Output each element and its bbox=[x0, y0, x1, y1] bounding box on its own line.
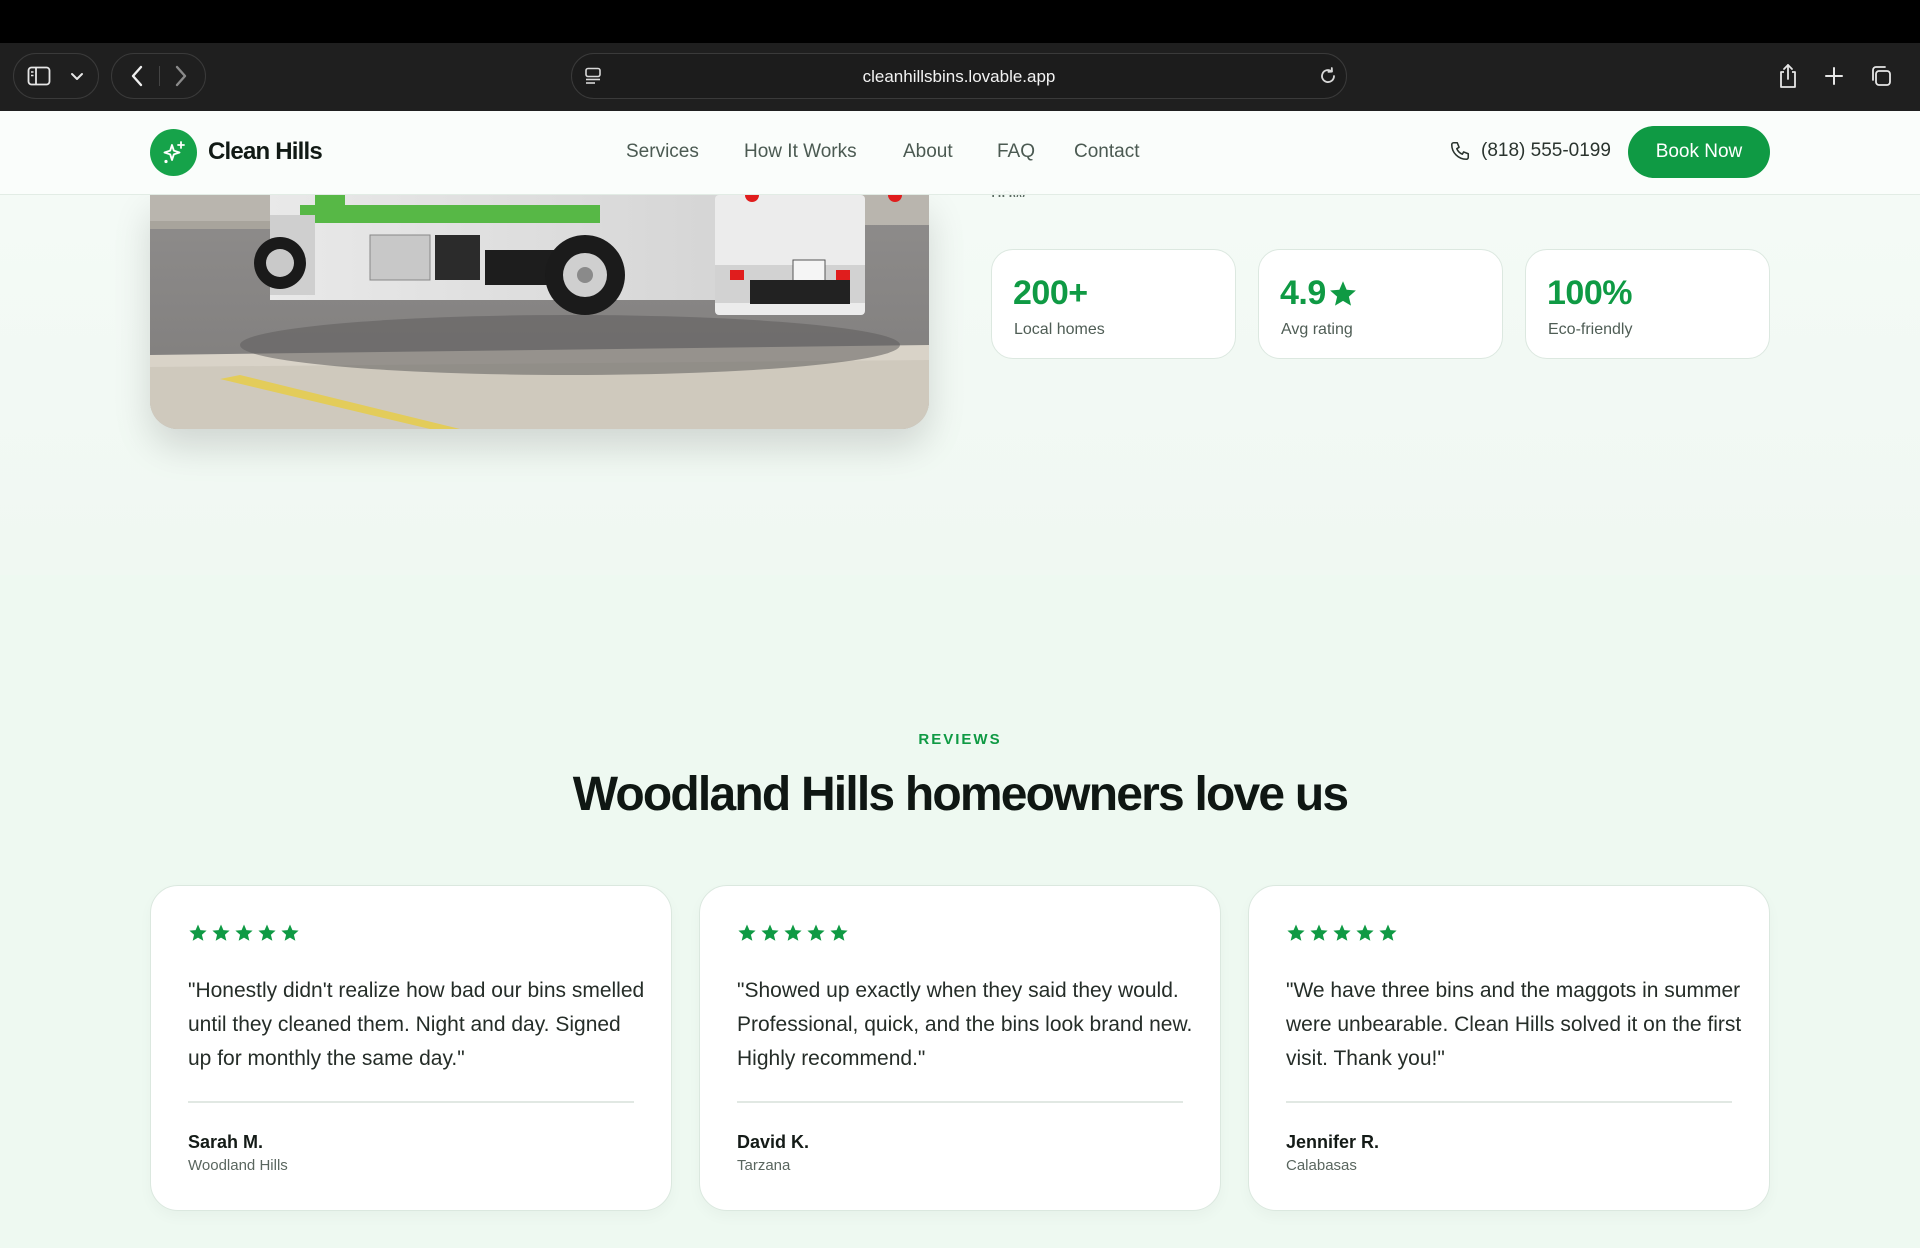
hero-section: now. 200+ Local homes 4.9 Avg rating 100… bbox=[0, 185, 1920, 575]
nav-faq[interactable]: FAQ bbox=[997, 141, 1035, 163]
browser-toolbar: cleanhillsbins.lovable.app bbox=[0, 43, 1920, 111]
truck-photo bbox=[150, 195, 929, 429]
stat-value: 100% bbox=[1547, 274, 1632, 312]
star-icon bbox=[1310, 924, 1328, 941]
nav-about[interactable]: About bbox=[903, 141, 953, 163]
star-icon bbox=[784, 924, 802, 941]
star-icon bbox=[258, 924, 276, 941]
forward-icon[interactable] bbox=[174, 65, 188, 87]
back-icon[interactable] bbox=[130, 65, 144, 87]
site-header: Clean Hills Services How It Works About … bbox=[0, 111, 1920, 195]
chevron-down-icon[interactable] bbox=[70, 72, 84, 82]
book-now-button[interactable]: Book Now bbox=[1628, 126, 1770, 178]
reviewer-name: Sarah M. bbox=[188, 1132, 264, 1152]
stat-card-eco: 100% Eco-friendly bbox=[1525, 249, 1770, 359]
star-icon bbox=[1379, 924, 1397, 941]
star-icon bbox=[1356, 924, 1374, 941]
review-quote: "We have three bins and the maggots in s… bbox=[1286, 979, 1742, 1070]
phone-icon bbox=[1450, 141, 1470, 161]
stat-label: Eco-friendly bbox=[1548, 321, 1633, 338]
phone-link[interactable]: (818) 555-0199 bbox=[1449, 140, 1611, 162]
star-icon bbox=[807, 924, 825, 941]
star-rating bbox=[1286, 923, 1398, 943]
stat-value-wrap: 4.9 bbox=[1280, 274, 1358, 313]
history-nav-group bbox=[111, 53, 206, 99]
review-quote: "Showed up exactly when they said they w… bbox=[737, 979, 1193, 1070]
star-icon bbox=[830, 924, 848, 941]
star-icon bbox=[1333, 924, 1351, 941]
star-icon bbox=[189, 924, 207, 941]
star-icon bbox=[1287, 924, 1305, 941]
stat-label: Avg rating bbox=[1281, 321, 1353, 338]
stat-value: 4.9 bbox=[1280, 274, 1326, 312]
nav-services[interactable]: Services bbox=[626, 141, 699, 163]
section-eyebrow: REVIEWS bbox=[918, 731, 1002, 748]
stat-value: 200+ bbox=[1013, 274, 1088, 312]
star-icon bbox=[1329, 280, 1356, 306]
stat-card-homes: 200+ Local homes bbox=[991, 249, 1236, 359]
card-divider bbox=[737, 1101, 1183, 1103]
reviewer-location: Calabasas bbox=[1286, 1157, 1357, 1174]
star-rating bbox=[188, 923, 300, 943]
review-card: "We have three bins and the maggots in s… bbox=[1248, 885, 1770, 1211]
review-card: "Honestly didn't realize how bad our bin… bbox=[150, 885, 672, 1211]
screen-top-bar bbox=[0, 0, 1920, 43]
star-icon bbox=[281, 924, 299, 941]
reviewer-name: David K. bbox=[737, 1132, 810, 1152]
nav-separator bbox=[159, 66, 160, 86]
reviewer-name: Jennifer R. bbox=[1286, 1132, 1380, 1152]
share-icon bbox=[1780, 64, 1796, 88]
tabs-overview-icon bbox=[1872, 66, 1891, 86]
share-button[interactable] bbox=[1773, 53, 1803, 99]
new-tab-icon bbox=[1825, 67, 1843, 85]
truck-illustration bbox=[150, 195, 929, 429]
review-card: "Showed up exactly when they said they w… bbox=[699, 885, 1221, 1211]
address-bar[interactable]: cleanhillsbins.lovable.app bbox=[571, 53, 1347, 99]
reload-icon[interactable] bbox=[1319, 67, 1337, 85]
reviews-section: REVIEWS Woodland Hills homeowners love u… bbox=[0, 575, 1920, 1248]
nav-how-it-works[interactable]: How It Works bbox=[744, 141, 857, 163]
star-icon bbox=[761, 924, 779, 941]
star-icon bbox=[235, 924, 253, 941]
brand-name[interactable]: Clean Hills bbox=[208, 138, 323, 166]
stat-card-rating: 4.9 Avg rating bbox=[1258, 249, 1503, 359]
stat-label: Local homes bbox=[1014, 321, 1105, 338]
phone-number[interactable]: (818) 555-0199 bbox=[1481, 140, 1611, 162]
tabs-overview-button[interactable] bbox=[1866, 53, 1896, 99]
sidebar-toggle-group[interactable] bbox=[13, 53, 99, 99]
reviewer-location: Woodland Hills bbox=[188, 1157, 288, 1174]
card-divider bbox=[1286, 1101, 1732, 1103]
sparkle-icon bbox=[163, 140, 185, 163]
star-icon bbox=[738, 924, 756, 941]
new-tab-button[interactable] bbox=[1819, 53, 1849, 99]
sidebar-icon[interactable] bbox=[27, 66, 51, 86]
star-icon bbox=[212, 924, 230, 941]
section-title: Woodland Hills homeowners love us bbox=[572, 768, 1349, 821]
reviewer-location: Tarzana bbox=[737, 1157, 791, 1174]
star-rating bbox=[737, 923, 849, 943]
review-quote: "Honestly didn't realize how bad our bin… bbox=[188, 979, 645, 1070]
url-text[interactable]: cleanhillsbins.lovable.app bbox=[572, 67, 1346, 87]
nav-contact[interactable]: Contact bbox=[1074, 141, 1139, 163]
card-divider bbox=[188, 1101, 634, 1103]
logo-mark[interactable] bbox=[150, 129, 197, 176]
